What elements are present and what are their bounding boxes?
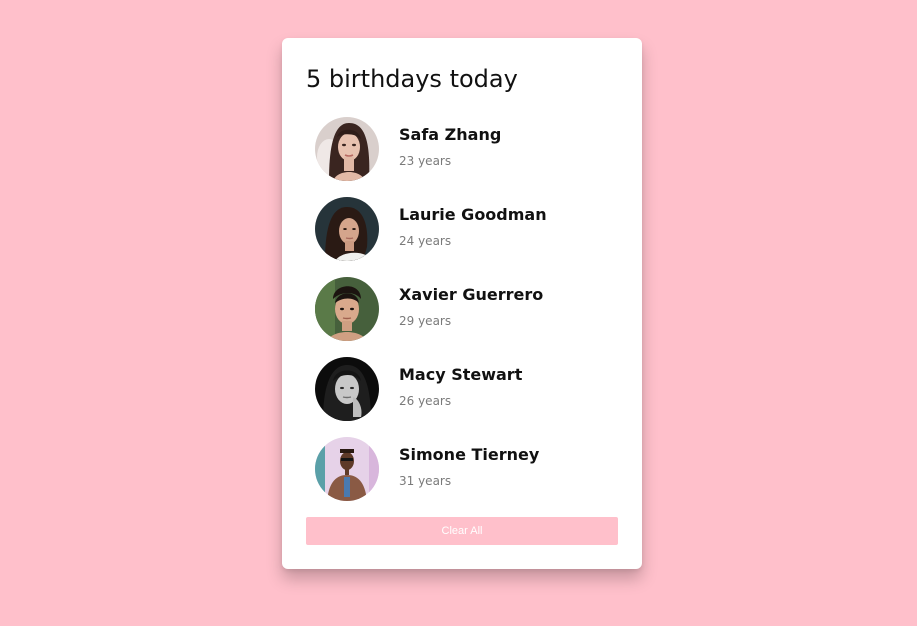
- person-item: Safa Zhang 23 years: [315, 117, 615, 181]
- person-name: Safa Zhang: [399, 125, 502, 144]
- person-age: 24 years: [399, 234, 452, 248]
- avatar: [315, 117, 379, 181]
- clear-all-button[interactable]: Clear All: [306, 517, 618, 545]
- person-age: 23 years: [399, 154, 452, 168]
- person-age: 29 years: [399, 314, 452, 328]
- person-age: 31 years: [399, 474, 452, 488]
- person-item: Xavier Guerrero 29 years: [315, 277, 615, 341]
- avatar: [315, 437, 379, 501]
- avatar: [315, 277, 379, 341]
- person-age: 26 years: [399, 394, 452, 408]
- person-name: Laurie Goodman: [399, 205, 547, 224]
- person-name: Macy Stewart: [399, 365, 523, 384]
- person-item: Laurie Goodman 24 years: [315, 197, 615, 261]
- person-name: Xavier Guerrero: [399, 285, 544, 304]
- birthday-card: 5 birthdays today Safa Zhang 23 years La…: [282, 38, 642, 569]
- avatar: [315, 197, 379, 261]
- card-title: 5 birthdays today: [306, 65, 518, 93]
- person-name: Simone Tierney: [399, 445, 540, 464]
- person-item: Simone Tierney 31 years: [315, 437, 615, 501]
- person-item: Macy Stewart 26 years: [315, 357, 615, 421]
- avatar: [315, 357, 379, 421]
